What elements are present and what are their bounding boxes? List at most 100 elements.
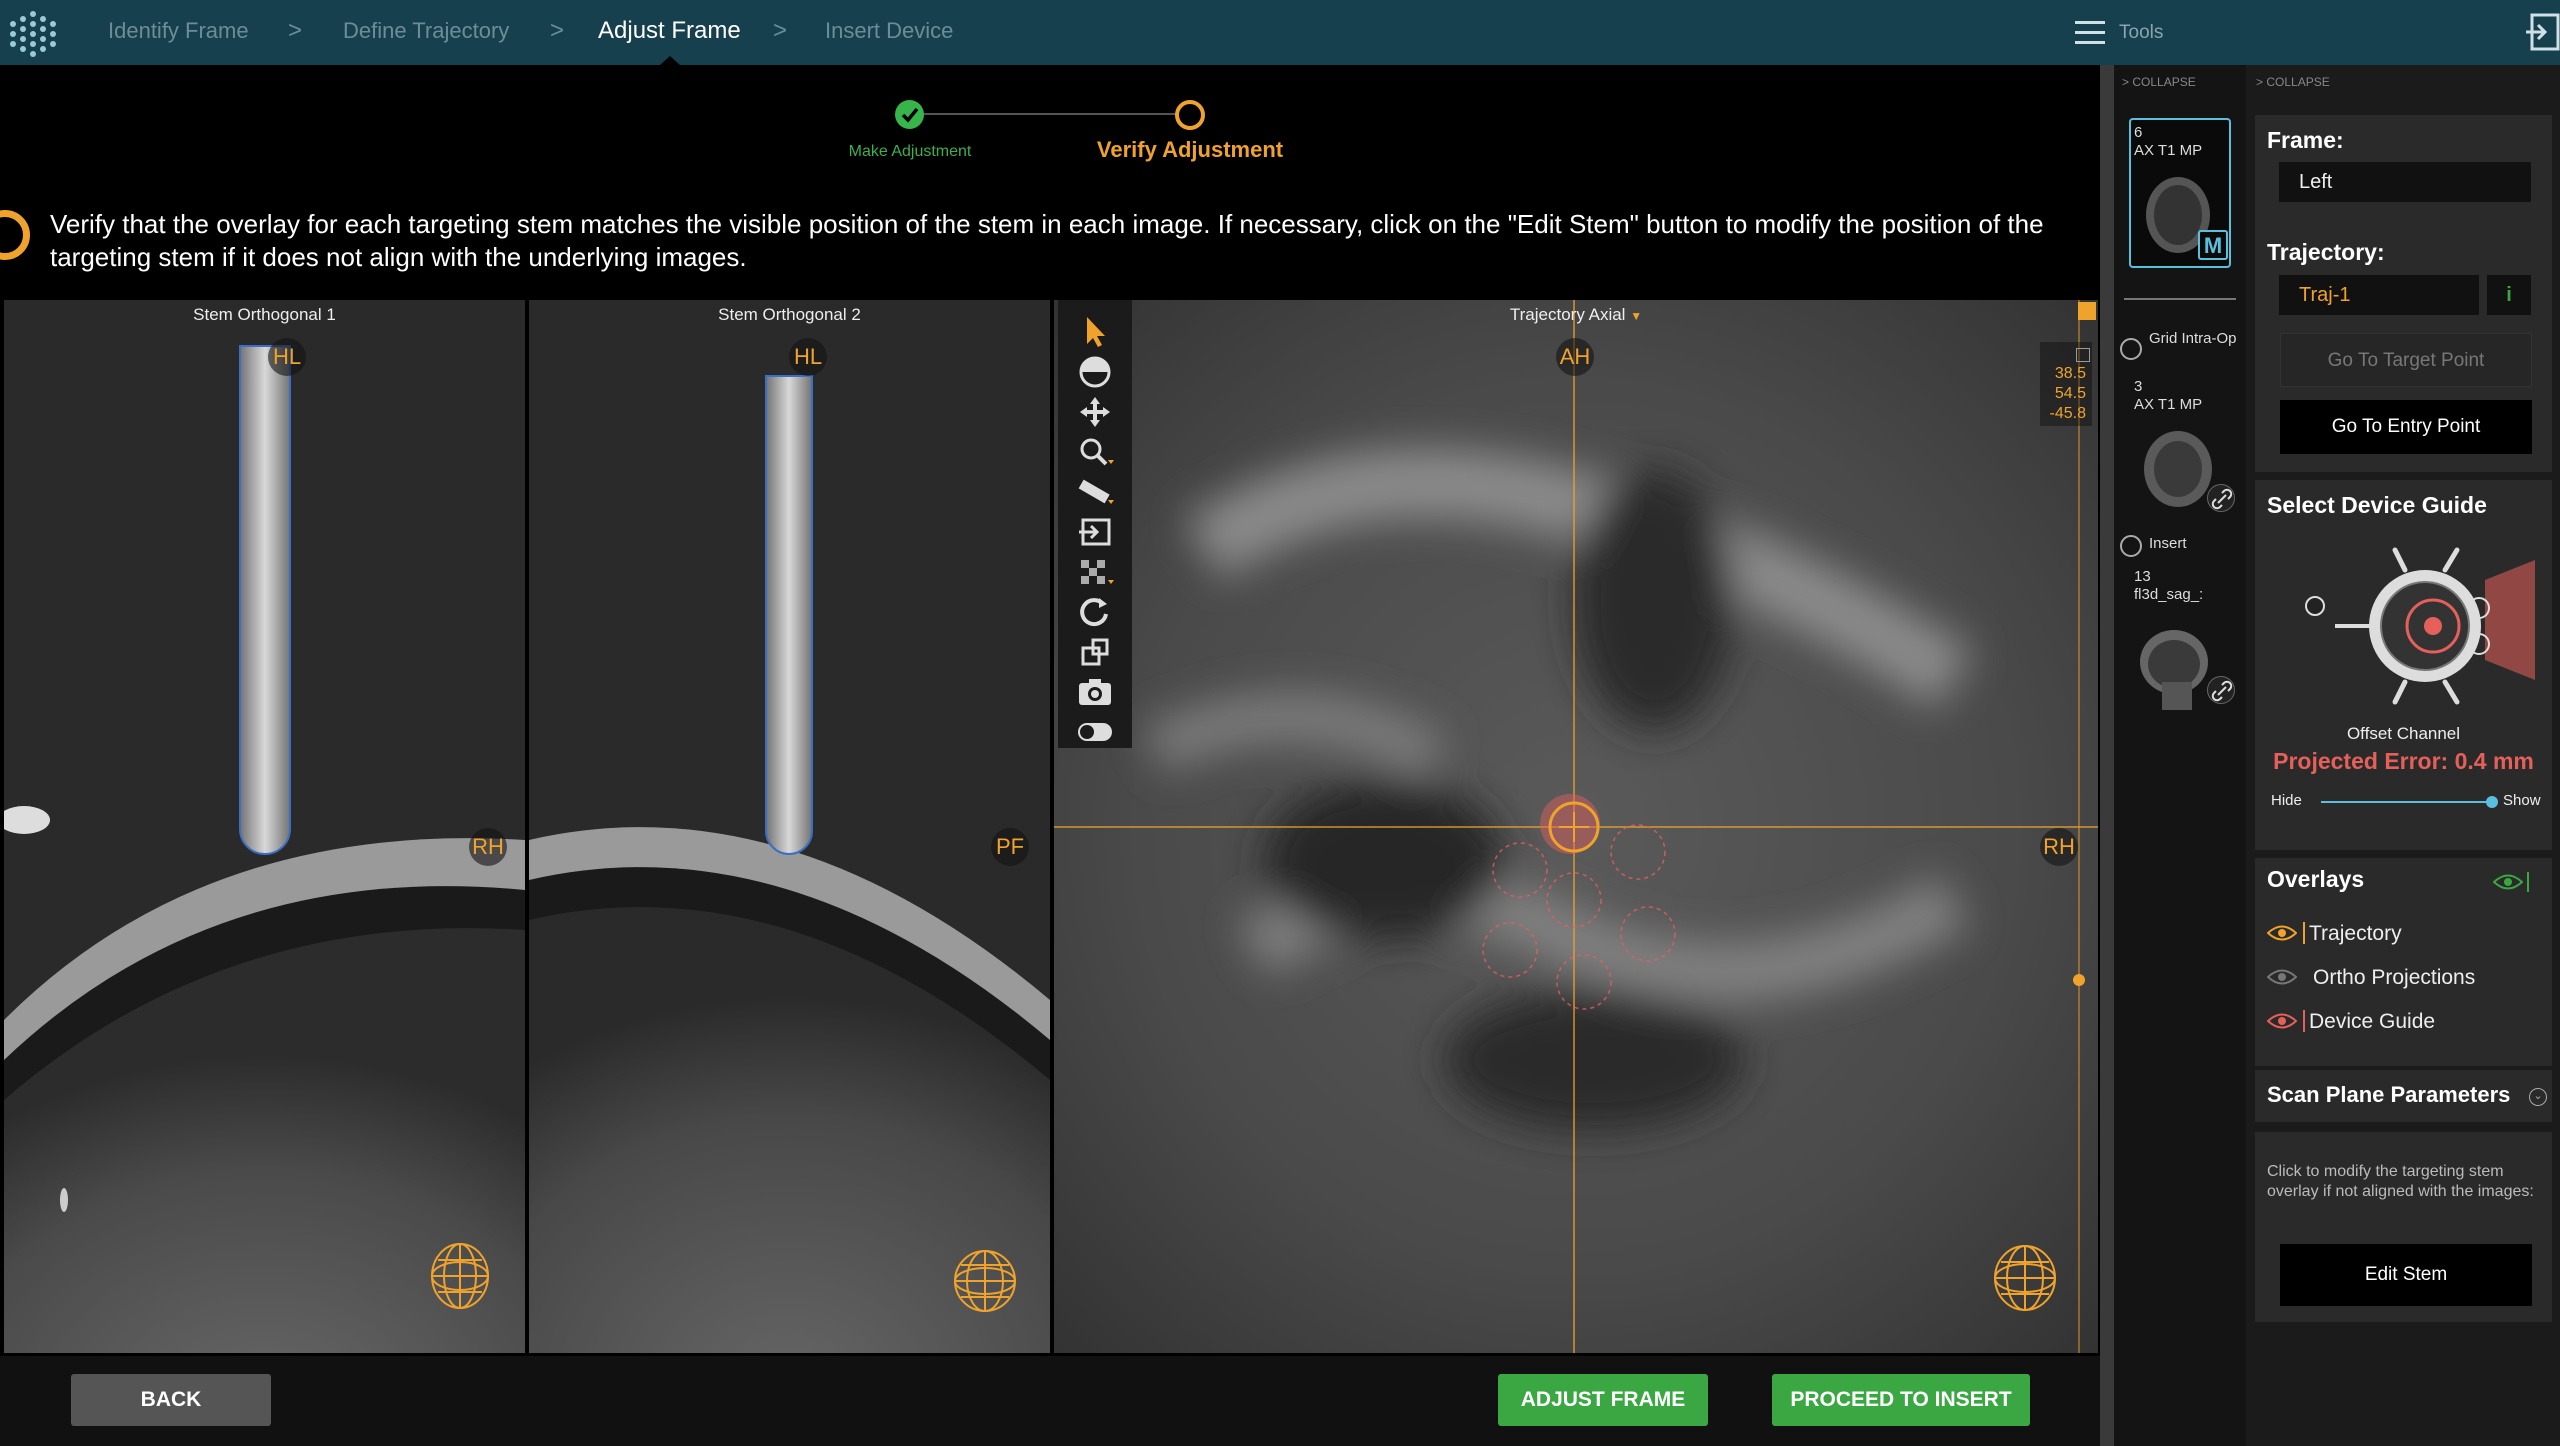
breadcrumb-insert-device[interactable]: Insert Device <box>825 0 953 65</box>
checkerboard-icon[interactable] <box>1075 554 1115 590</box>
overlays-title: Overlays <box>2267 866 2365 892</box>
viewport-trajectory-axial[interactable]: Trajectory Axial ▼ AH RH 38.5 54.5 -45.8 <box>1054 300 2098 1353</box>
pointer-icon[interactable] <box>1075 314 1115 350</box>
collapse-thumbnails-toggle[interactable]: > COLLAPSE <box>2122 75 2196 89</box>
overlay-device-guide-label[interactable]: Device Guide <box>2309 1010 2435 1034</box>
toggle-overlay-icon[interactable] <box>1075 714 1115 750</box>
series-name: fl3d_sag_: <box>2134 586 2204 603</box>
overlays-card: Overlays Trajectory Ortho Projections De… <box>2255 858 2552 1066</box>
mri-image <box>1054 300 2098 1353</box>
stepper-connector <box>912 113 1190 115</box>
breadcrumb-define-trajectory[interactable]: Define Trajectory <box>343 0 509 65</box>
go-to-target-point-button[interactable]: Go To Target Point <box>2280 333 2532 387</box>
group-collapse-icon[interactable] <box>2120 338 2142 360</box>
series-thumbnail-column: > COLLAPSE <box>2114 65 2246 1446</box>
group-label: Insert <box>2149 535 2187 552</box>
progress-ring-icon <box>0 210 30 260</box>
projected-error: Projected Error: 0.4 mm <box>2273 748 2534 774</box>
slider-max-label: Show <box>2503 792 2541 809</box>
tools-label[interactable]: Tools <box>2119 22 2163 44</box>
active-step-caret <box>660 56 680 65</box>
orientation-label-side: PF <box>991 828 1029 866</box>
orientation-label-top: AH <box>1556 338 1594 376</box>
ortho-projections-eye-icon[interactable] <box>2267 968 2297 986</box>
app-logo-icon[interactable] <box>8 8 58 58</box>
trajectory-select[interactable]: Traj-1 <box>2279 275 2479 315</box>
viewport-corner-menu-icon[interactable] <box>2078 302 2096 320</box>
orientation-label-top: HL <box>789 338 827 376</box>
frame-select[interactable]: Left <box>2279 162 2531 202</box>
series-number: 6 <box>2134 124 2143 141</box>
group-collapse-icon[interactable] <box>2120 535 2142 557</box>
proceed-to-insert-button[interactable]: PROCEED TO INSERT <box>1772 1374 2030 1426</box>
trajectory-info-icon[interactable]: i <box>2487 275 2531 315</box>
series-badge: M <box>2198 230 2228 260</box>
rotate-icon[interactable] <box>1075 634 1115 670</box>
device-guide-selector[interactable] <box>2295 540 2535 720</box>
targeting-stem-overlay[interactable] <box>765 375 813 855</box>
group-label: Grid Intra-Op <box>2149 330 2237 347</box>
head-orientation-icon[interactable] <box>1989 1240 2059 1320</box>
step-verify-adjustment-label[interactable]: Verify Adjustment <box>1080 137 1300 163</box>
collapse-panel-toggle[interactable]: > COLLAPSE <box>2256 75 2330 89</box>
panel-splitter[interactable] <box>2100 65 2114 1446</box>
opacity-slider-handle[interactable] <box>2486 796 2498 808</box>
overlays-master-divider <box>2527 872 2529 892</box>
brain-thumbnail-image[interactable] <box>2138 424 2218 514</box>
link-icon[interactable] <box>2207 676 2235 704</box>
edit-stem-button[interactable]: Edit Stem <box>2280 1244 2532 1306</box>
step-make-adjustment-label[interactable]: Make Adjustment <box>810 143 1010 161</box>
step-make-adjustment-check-icon[interactable] <box>895 100 924 129</box>
coord-x: 38.5 <box>2054 365 2086 382</box>
device-guide-title: Select Device Guide <box>2267 492 2487 518</box>
slice-navigate-icon[interactable] <box>1075 514 1115 550</box>
link-icon[interactable] <box>2207 484 2235 512</box>
targeting-stem-overlay[interactable] <box>239 345 291 855</box>
hamburger-icon[interactable] <box>2075 20 2105 45</box>
coord-z: -45.8 <box>2049 405 2086 422</box>
top-bar: Identify Frame > Define Trajectory > Adj… <box>0 0 2560 65</box>
overlay-ortho-projections-label[interactable]: Ortho Projections <box>2313 966 2475 990</box>
step-verify-adjustment-circle-icon[interactable] <box>1175 100 1205 130</box>
head-orientation-icon[interactable] <box>949 1245 1019 1325</box>
tools-menu[interactable]: Tools <box>2075 0 2163 65</box>
camera-icon[interactable] <box>1075 674 1115 710</box>
viewport-stem-orthogonal-1[interactable]: Stem Orthogonal 1 HL RH <box>4 300 525 1353</box>
head-orientation-icon[interactable] <box>424 1240 494 1320</box>
exit-icon[interactable] <box>2524 12 2560 52</box>
device-guide-card: Select Device Guide Offset Channel Proje… <box>2255 480 2552 850</box>
slider-min-label: Hide <box>2271 792 2302 809</box>
trajectory-eye-icon[interactable] <box>2267 924 2297 942</box>
edit-stem-hint: Click to modify the targeting stem overl… <box>2267 1163 2534 1200</box>
eye-icon[interactable] <box>2493 873 2523 891</box>
breadcrumb-separator: > <box>773 17 788 44</box>
reset-icon[interactable] <box>1075 594 1115 630</box>
breadcrumb-separator: > <box>550 17 565 44</box>
back-button[interactable]: BACK <box>71 1374 271 1426</box>
zoom-icon[interactable] <box>1075 434 1115 470</box>
breadcrumb-separator: > <box>288 17 303 44</box>
frame-label: Frame: <box>2267 127 2344 153</box>
orientation-label-side: RH <box>469 828 507 866</box>
pan-icon[interactable] <box>1075 394 1115 430</box>
trajectory-color-swatch <box>2303 922 2305 944</box>
readout-toggle-icon[interactable] <box>2076 348 2090 362</box>
viewport-title-dropdown[interactable]: Trajectory Axial ▼ <box>1054 305 2098 325</box>
adjust-frame-button[interactable]: ADJUST FRAME <box>1498 1374 1708 1426</box>
scan-plane-parameters-card[interactable]: Scan Plane Parameters ⌄ <box>2255 1070 2552 1122</box>
window-level-icon[interactable] <box>1075 354 1115 390</box>
ruler-icon[interactable] <box>1075 474 1115 510</box>
brain-sagittal-thumbnail-image[interactable] <box>2132 622 2212 712</box>
opacity-slider-track[interactable] <box>2321 801 2491 803</box>
series-number: 3 <box>2134 378 2143 395</box>
scan-plane-title[interactable]: Scan Plane Parameters <box>2267 1082 2510 1108</box>
series-name: AX T1 MP <box>2134 142 2203 159</box>
go-to-entry-point-button[interactable]: Go To Entry Point <box>2280 400 2532 454</box>
viewport-stem-orthogonal-2[interactable]: Stem Orthogonal 2 HL PF <box>529 300 1050 1353</box>
device-guide-eye-icon[interactable] <box>2267 1012 2297 1030</box>
breadcrumb-identify-frame[interactable]: Identify Frame <box>108 0 249 65</box>
chevron-down-icon[interactable]: ⌄ <box>2529 1088 2547 1106</box>
overlay-trajectory-label[interactable]: Trajectory <box>2309 922 2402 946</box>
device-channel-label: Offset Channel <box>2346 724 2461 743</box>
viewport-title: Stem Orthogonal 1 <box>193 305 336 324</box>
